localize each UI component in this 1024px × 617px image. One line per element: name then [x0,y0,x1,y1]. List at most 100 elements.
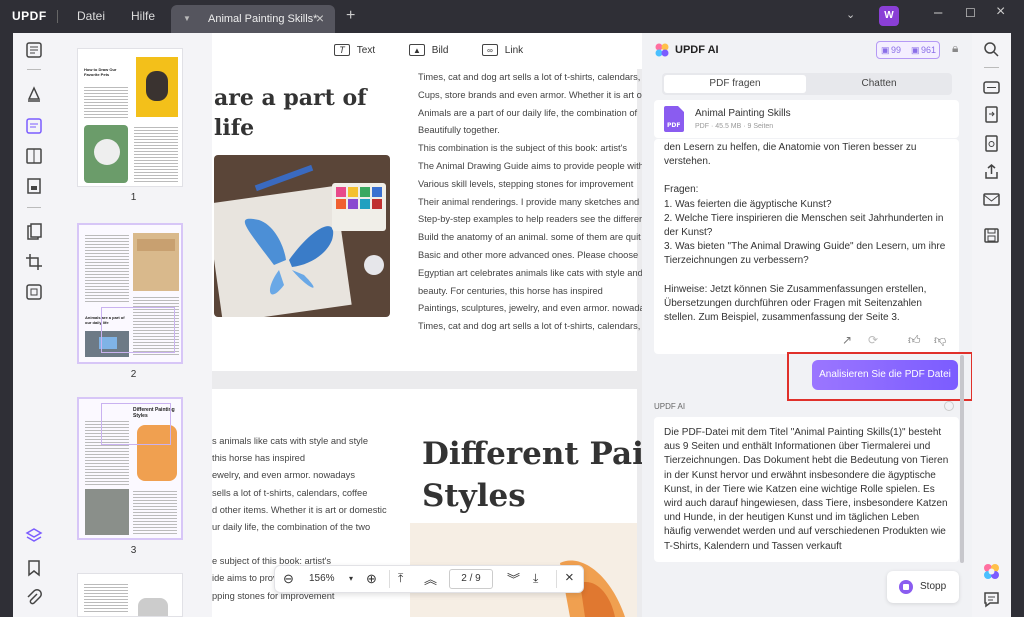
chevron-down-icon[interactable]: ▾ [349,574,353,583]
thumbs-down-icon[interactable]: 👎︎ [934,333,950,349]
chat-scrollbar[interactable] [960,355,964,563]
close-tab-icon[interactable]: × [316,10,324,26]
comment-icon[interactable] [983,591,1000,608]
thumbnail-page-number: 1 [130,192,137,203]
tab-chat[interactable]: Chatten [808,75,950,93]
zoom-in-icon[interactable]: ⊕ [366,571,377,587]
text-line: Various skill levels, stepping stones fo… [418,178,634,189]
heading-line: life [214,115,255,141]
credit-icon: ▣ [911,45,920,55]
close-window-icon[interactable]: × [996,3,1005,21]
credits-badge[interactable]: ▣ 99 ▣ 961 [876,41,940,59]
heading-line: Different Painti [422,436,642,472]
edit-pdf-icon[interactable] [25,117,43,135]
message-text: den Lesern zu helfen, die Anatomie von T… [664,141,945,325]
text-line: Beautifully together. [418,125,500,136]
divider [556,570,557,588]
ocr-icon[interactable] [983,79,1000,96]
divider [984,67,999,68]
text-line: Tierzeichnungen. Das Dokument hebt die B… [664,455,949,467]
new-tab-icon[interactable]: + [346,7,355,25]
page-thumbnail-3[interactable]: Different Painting Styles [77,397,183,540]
attachment-icon[interactable] [25,589,43,607]
regenerate-icon[interactable]: ⟳ [868,333,884,349]
previous-page-icon[interactable]: ︽ [424,569,437,588]
first-page-icon[interactable]: ⤒ [398,571,403,586]
tab-dropdown-icon[interactable]: ▼ [183,14,191,23]
protect-icon[interactable] [25,283,43,301]
text-icon: T [334,44,350,56]
heading-line: are a part of [214,85,367,111]
thumbs-up-icon[interactable]: 👍︎ [908,333,924,349]
tab-pdf-ask[interactable]: PDF fragen [664,75,806,93]
bookmark-icon[interactable] [25,559,43,577]
text-line: Tierzeichnungen zu verbessern? [664,255,809,267]
window-frame-right [1011,33,1024,617]
minimize-icon[interactable]: – [934,4,942,21]
current-page: 2 [461,573,467,584]
ai-mode-tabs: PDF fragen Chatten [662,73,952,95]
zoom-level[interactable]: 156% [309,573,335,584]
document-viewer[interactable]: T Text ▲ Bild ∞ Link are a part of life [212,33,642,617]
export-icon[interactable]: ↗ [842,333,858,349]
save-icon[interactable] [983,227,1000,244]
image-icon: ▲ [409,44,425,56]
reader-icon[interactable] [25,41,43,59]
loading-icon [944,401,954,411]
page-thumbnail-1[interactable]: How to Draw Our Favorite Pets [77,48,183,187]
form-icon[interactable] [25,147,43,165]
app-logo: UPDF [12,9,47,23]
menu-file[interactable]: Datei [77,9,105,23]
highlighter-icon[interactable] [25,85,43,103]
text-line: häufig verwendet werden und auf verschie… [664,526,946,538]
next-page-icon[interactable]: ︾ [507,569,520,588]
avatar[interactable]: W [879,6,899,26]
credit-icon: ▣ [881,45,890,55]
add-text-tool[interactable]: T Text [334,44,375,56]
text-line: sells a lot of t-shirts, calendars, coff… [212,487,368,498]
document-tab[interactable]: ▼ Animal Painting Skills* × [171,5,335,33]
share-icon[interactable] [983,163,1000,180]
organize-pages-icon[interactable] [25,177,43,195]
ai-message: den Lesern zu helfen, die Anatomie von T… [654,139,959,354]
text-line: Their animal renderings. I provide many … [418,196,640,207]
zoom-out-icon[interactable]: ⊖ [283,571,294,587]
layers-icon[interactable] [25,527,43,545]
credits-count-a: 99 [891,45,902,55]
email-icon[interactable] [983,191,1000,208]
menu-help[interactable]: Hilfe [131,9,155,23]
add-link-tool[interactable]: ∞ Link [482,44,523,56]
protect-pdf-icon[interactable] [983,135,1000,152]
convert-icon[interactable] [25,223,43,241]
page-body-text: Times, cat and dog art sells a lot of t-… [418,69,642,336]
last-page-icon[interactable]: ⤓ [533,571,538,586]
search-icon[interactable] [983,41,1000,58]
add-image-tool[interactable]: ▲ Bild [409,44,448,56]
crop-icon[interactable] [25,253,43,271]
text-line: T-Shirts, Kalendern und Tassen verkauft [664,540,842,552]
thumbnail-title: How to Draw Our Favorite Pets [84,67,117,77]
page-thumbnail-2[interactable]: Animals are a part of our daily life [77,223,183,364]
stop-button[interactable]: Stopp [887,571,959,603]
title-bar: UPDF Datei Hilfe ▼ Animal Painting Skill… [0,0,1024,33]
file-card[interactable]: PDF Animal Painting Skills PDF · 45.5 MB… [654,100,959,138]
analyze-pdf-button[interactable]: Analisieren Sie die PDF Datei [812,360,958,390]
text-line: Build the anatomy of an animal. some of … [418,232,641,243]
text-line: 2. Welche Tiere inspirieren die Menschen… [664,212,944,224]
text-line: wird auch darauf hingewiesen, dass Tiere… [664,498,948,510]
close-icon[interactable]: × [565,569,574,586]
page-thumbnail-4[interactable] [77,573,183,617]
updf-ai-icon[interactable] [983,563,1000,580]
text-line [664,269,945,283]
ai-response-label: UPDF AI [654,402,686,411]
link-tool-label: Link [504,45,524,56]
left-toolbar [13,33,55,617]
tab-title: Animal Painting Skills* [208,13,318,25]
text-line [212,536,387,553]
page-input[interactable]: 2 / 9 [449,569,493,589]
maximize-icon[interactable]: ☐ [965,6,976,20]
thumbnail-page-number: 3 [130,545,137,556]
convert-pdf-icon[interactable] [983,106,1000,123]
chevron-down-icon[interactable]: ⌄ [846,8,855,21]
lock-icon[interactable]: 🔒︎ [952,41,958,56]
